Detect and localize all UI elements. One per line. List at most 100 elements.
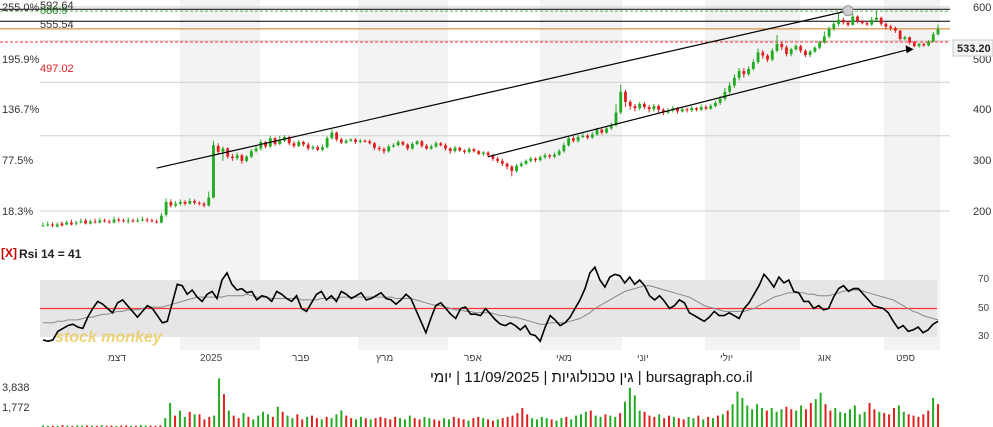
candle-body xyxy=(832,23,836,29)
volume-bar xyxy=(379,416,382,427)
volume-bar xyxy=(232,415,235,427)
candle-body xyxy=(903,37,907,40)
volume-bar xyxy=(301,419,304,427)
candle-body xyxy=(770,50,774,60)
volume-bar xyxy=(213,415,216,427)
price-axis-right: 600 500 400 300 200 xyxy=(973,2,991,218)
volume-bar xyxy=(672,416,675,427)
volume-bar xyxy=(804,409,807,427)
volume-bar xyxy=(795,410,798,427)
candle-body xyxy=(448,148,452,152)
month-label: מאי xyxy=(556,353,572,364)
footer-text: bursagraph.co.il | גין טכנולוגיות | 11/0… xyxy=(430,369,753,386)
volume-bar xyxy=(844,413,847,427)
volume-bar xyxy=(535,419,538,427)
rsi-axis-label: 30 xyxy=(978,331,990,342)
volume-bar xyxy=(291,418,294,427)
price-axis-right-label: 200 xyxy=(973,206,991,218)
candle-body xyxy=(624,91,627,102)
candle-body xyxy=(472,149,476,152)
candle-body xyxy=(647,107,651,110)
candle-body xyxy=(685,109,689,111)
candle-body xyxy=(245,156,249,161)
price-candles xyxy=(41,10,940,228)
volume-bar xyxy=(623,401,626,427)
volume-bar xyxy=(315,418,318,427)
candle-body xyxy=(145,219,149,221)
volume-bar xyxy=(848,409,851,427)
volume-bar xyxy=(819,392,822,427)
candle-body xyxy=(325,138,329,148)
volume-bar xyxy=(653,416,656,427)
candle-body xyxy=(373,143,376,148)
candle-body xyxy=(761,52,765,56)
candle-body xyxy=(590,134,594,138)
volume-bar xyxy=(540,416,543,427)
volume-bar xyxy=(496,419,499,427)
candle-body xyxy=(581,135,585,137)
volume-bar xyxy=(310,415,313,427)
candle-body xyxy=(628,101,632,107)
volume-bar xyxy=(174,415,177,427)
candle-body xyxy=(756,52,760,63)
candle-body xyxy=(557,151,561,155)
candle-body xyxy=(780,43,784,48)
volume-bar xyxy=(658,414,661,427)
candle-body xyxy=(865,23,869,25)
volume-bar xyxy=(790,409,793,427)
volume-bar xyxy=(726,410,729,427)
volume-bar xyxy=(335,414,338,427)
candle-body xyxy=(453,147,457,152)
volume-bar xyxy=(262,411,265,427)
candle-body xyxy=(747,68,751,75)
volume-bar xyxy=(731,404,734,427)
candle-body xyxy=(193,201,196,203)
trendline-handle[interactable] xyxy=(842,5,854,17)
candle-body xyxy=(827,28,831,37)
volume-bar xyxy=(677,418,680,427)
candle-body xyxy=(709,106,713,109)
candle-body xyxy=(500,160,504,164)
volume-bar xyxy=(707,416,710,427)
candle-body xyxy=(600,129,604,133)
candle-body xyxy=(496,158,500,161)
candle-body xyxy=(382,149,386,152)
candle-body xyxy=(927,41,930,46)
volume-bar xyxy=(320,419,323,427)
candle-body xyxy=(278,140,282,144)
volume-bar xyxy=(800,405,803,427)
candle-body xyxy=(699,107,703,110)
volume-bar xyxy=(824,404,827,427)
candle-body xyxy=(93,221,97,223)
volume-bar xyxy=(638,410,641,427)
month-label: ספט xyxy=(896,353,916,364)
candle-body xyxy=(292,143,296,146)
candle-body xyxy=(789,49,793,54)
volume-bar xyxy=(937,404,939,427)
volume-bar xyxy=(472,418,475,427)
candle-body xyxy=(178,201,182,204)
volume-bar xyxy=(266,414,269,427)
volume-bar xyxy=(643,411,646,427)
candle-body xyxy=(505,163,509,167)
price-axis-right-label: 300 xyxy=(973,155,991,167)
volume-bar xyxy=(927,410,930,427)
last-price-label: 533.20 xyxy=(957,43,991,55)
volume-bar xyxy=(765,410,768,427)
rsi-close-button[interactable]: [X] xyxy=(1,246,17,260)
price-axis-left-label: 77.5% xyxy=(2,155,33,167)
volume-bar xyxy=(438,420,441,427)
volume-bar xyxy=(399,418,402,427)
volume-bar xyxy=(594,415,597,427)
volume-bar xyxy=(242,413,245,427)
candle-body xyxy=(396,142,400,146)
candle-body xyxy=(808,51,812,56)
candle-body xyxy=(477,151,481,154)
volume-bar xyxy=(785,406,788,427)
volume-bar xyxy=(570,419,573,427)
volume-bar xyxy=(775,411,778,427)
candle-body xyxy=(605,128,608,133)
candle-body xyxy=(174,203,178,206)
volume-bar xyxy=(902,411,905,427)
volume-bar xyxy=(721,414,724,427)
